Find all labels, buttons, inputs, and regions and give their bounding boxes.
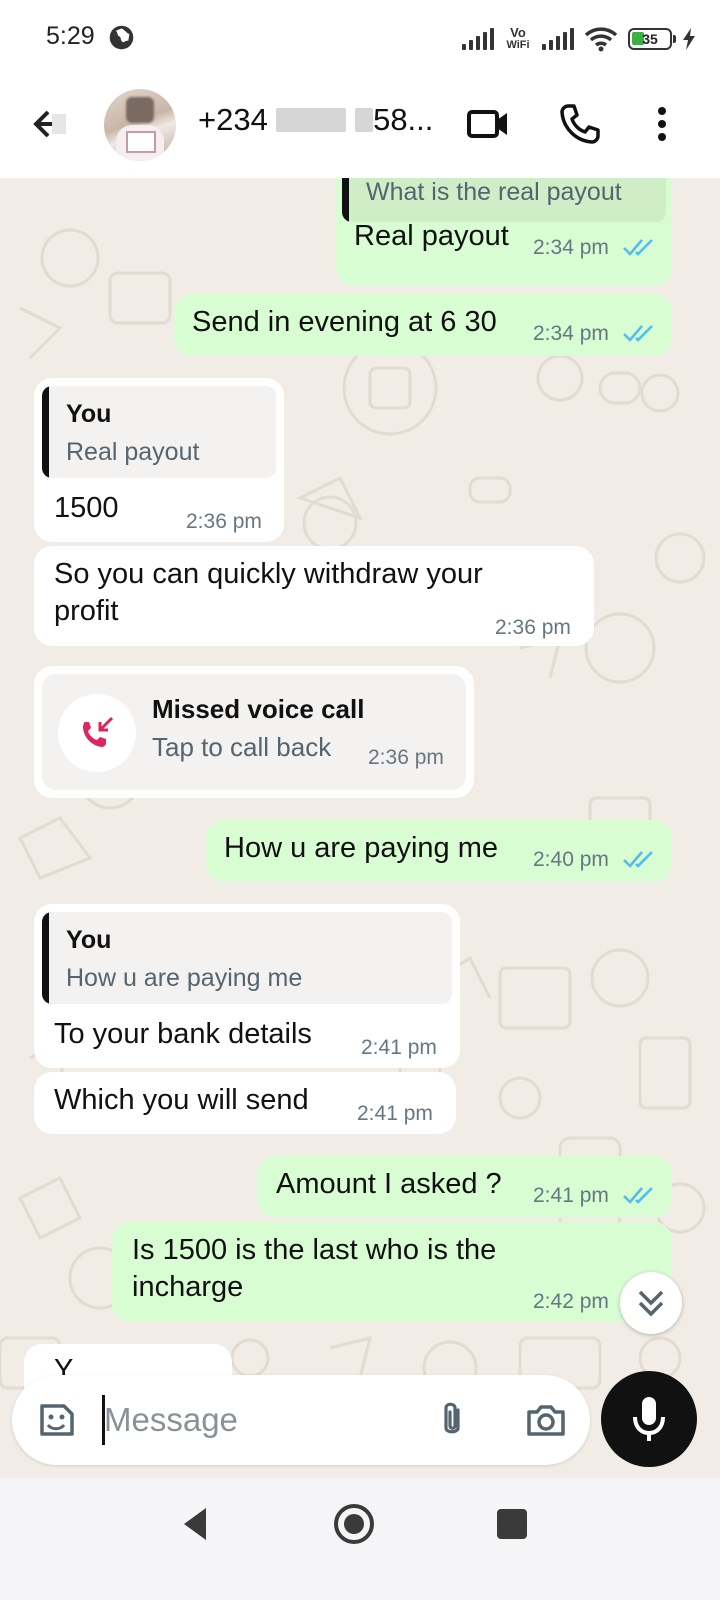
wifi-icon [584, 27, 618, 52]
chat-header: +234 58... [0, 78, 720, 178]
missed-call-card[interactable]: Missed voice call Tap to call back 2:36 … [42, 674, 466, 790]
sticker-icon[interactable] [34, 1398, 78, 1442]
missed-call-icon-circle [58, 694, 136, 772]
camera-icon[interactable] [524, 1398, 568, 1442]
missed-call-subtitle: Tap to call back [152, 732, 332, 762]
message-bubble-outgoing[interactable]: Is 1500 is the last who is the incharge … [112, 1222, 672, 1322]
message-bubble-incoming[interactable]: Which you will send 2:41 pm [34, 1072, 456, 1134]
message-bubble-outgoing[interactable]: What is the real payout Real payout 2:34… [336, 178, 672, 286]
quoted-message-text: Real payout [66, 438, 200, 466]
scroll-to-bottom-button[interactable] [620, 1272, 682, 1334]
message-time: 2:41 pm [533, 1184, 609, 1207]
status-bar: 5:29 Vo WiFi 35 [0, 0, 720, 78]
message-bubble-incoming[interactable]: You How u are paying me To your bank det… [34, 904, 460, 1068]
message-time: 2:41 pm [361, 1036, 437, 1059]
message-text-line: So you can quickly withdraw your [54, 558, 483, 590]
missed-call-icon [83, 716, 114, 747]
read-receipt-icon [623, 239, 653, 256]
signal-icon [462, 28, 494, 50]
redacted-block [355, 108, 374, 132]
message-text: Amount I asked ? [276, 1168, 502, 1200]
nav-home-icon[interactable] [330, 1500, 378, 1548]
status-time: 5:29 [46, 22, 95, 50]
read-receipt-icon [623, 851, 653, 868]
system-navigation-bar [0, 1478, 720, 1600]
attach-icon[interactable] [430, 1398, 474, 1442]
message-bubble-incoming[interactable]: So you can quickly withdraw your profit … [34, 546, 594, 646]
back-arrow-icon[interactable] [28, 102, 72, 146]
contact-avatar[interactable] [104, 89, 176, 161]
chat-area[interactable]: What is the real payout Real payout 2:34… [0, 178, 720, 1500]
voice-message-button[interactable] [601, 1371, 697, 1467]
mic-icon [633, 1397, 665, 1441]
globe-notification-icon [109, 25, 134, 50]
redacted-block [276, 108, 347, 132]
message-text-line: profit [54, 595, 119, 627]
read-receipt-icon [623, 325, 653, 342]
message-composer[interactable] [12, 1375, 590, 1465]
message-text-line: Is 1500 is the last who is the [132, 1234, 497, 1266]
message-text: How u are paying me [224, 832, 499, 864]
status-icons: Vo WiFi 35 [462, 22, 696, 56]
more-options-icon[interactable] [638, 100, 686, 148]
read-receipt-icon [623, 1187, 653, 1204]
quoted-message-text: How u are paying me [66, 964, 303, 992]
quoted-message[interactable]: You How u are paying me [42, 912, 452, 1004]
vowifi-indicator: Vo WiFi [506, 25, 530, 51]
nav-back-icon[interactable] [172, 1500, 220, 1548]
message-bubble-outgoing[interactable]: How u are paying me 2:40 pm [206, 820, 672, 882]
quoted-message[interactable]: What is the real payout [342, 178, 666, 222]
message-time: 2:36 pm [186, 510, 262, 533]
battery-icon: 35 [628, 28, 676, 50]
message-bubble-incoming[interactable]: You Real payout 1500 2:36 pm [34, 378, 284, 542]
message-time: 2:34 pm [533, 236, 609, 259]
message-text: To your bank details [54, 1018, 312, 1050]
signal-icon-2 [542, 28, 574, 50]
quoted-message-text: What is the real payout [366, 178, 622, 206]
message-time: 2:36 pm [368, 746, 444, 769]
quoted-message[interactable]: You Real payout [42, 386, 276, 478]
battery-level: 35 [642, 31, 658, 47]
quoted-sender-name: You [66, 926, 112, 954]
message-time: 2:36 pm [495, 616, 571, 639]
message-time: 2:42 pm [533, 1290, 609, 1313]
contact-name[interactable]: +234 58... [198, 102, 433, 138]
missed-call-title: Missed voice call [152, 694, 365, 724]
message-text: Send in evening at 6 30 [192, 306, 497, 338]
message-bubble-outgoing[interactable]: Send in evening at 6 30 2:34 pm [174, 294, 672, 356]
message-input[interactable] [104, 1395, 404, 1445]
scroll-down-icon [638, 1290, 664, 1317]
charging-bolt-icon [683, 28, 695, 50]
message-bubble-outgoing[interactable]: Amount I asked ? 2:41 pm [258, 1156, 672, 1218]
voice-call-icon[interactable] [556, 100, 604, 148]
quoted-sender-name: You [66, 400, 112, 428]
message-text-line: incharge [132, 1271, 244, 1303]
message-time: 2:40 pm [533, 848, 609, 871]
message-text: Real payout [354, 220, 509, 252]
nav-recents-icon[interactable] [488, 1500, 536, 1548]
video-call-icon[interactable] [464, 100, 512, 148]
message-text: Which you will send [54, 1084, 309, 1116]
message-text: 1500 [54, 492, 119, 524]
message-time: 2:34 pm [533, 322, 609, 345]
message-time: 2:41 pm [357, 1102, 433, 1125]
